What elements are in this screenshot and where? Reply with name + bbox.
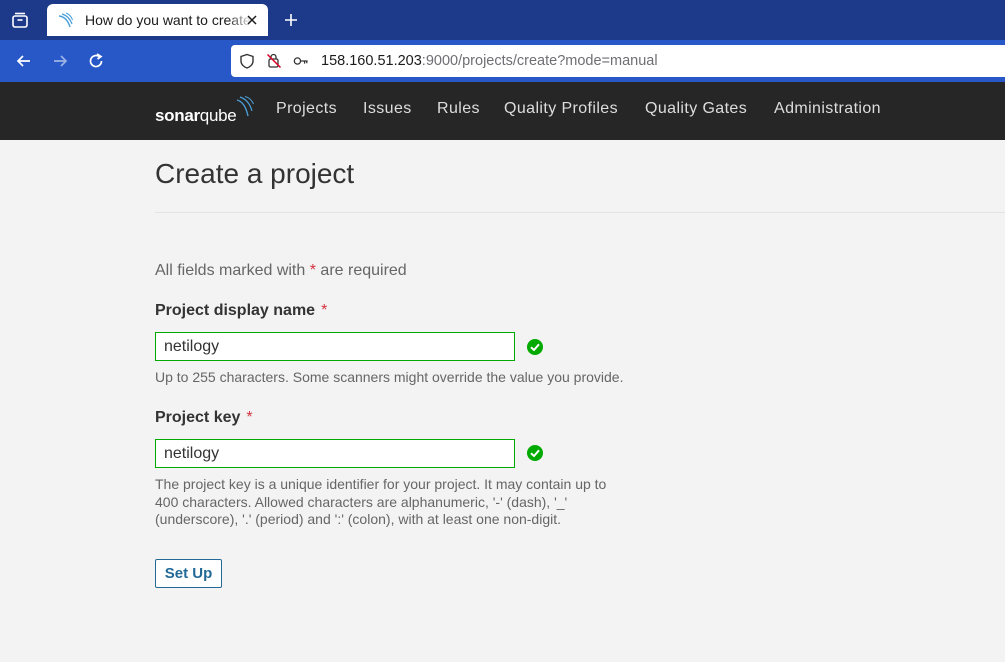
required-asterisk: * (309, 262, 316, 279)
forward-icon[interactable] (49, 50, 71, 72)
tab-list-icon[interactable] (8, 8, 32, 32)
set-up-button[interactable]: Set Up (155, 559, 222, 588)
check-circle-icon (527, 339, 543, 355)
url-text[interactable]: 158.160.51.203:9000/projects/create?mode… (321, 45, 658, 77)
browser-tab[interactable]: How do you want to create (47, 4, 268, 36)
project-key-help-line: (underscore), '.' (period) and ':' (colo… (155, 511, 561, 527)
display-name-help: Up to 255 characters. Some scanners migh… (155, 369, 624, 385)
browser-nav-bar: 158.160.51.203:9000/projects/create?mode… (0, 40, 1005, 82)
plus-icon[interactable] (280, 9, 302, 31)
logo-text-thin: qube (199, 106, 237, 125)
required-asterisk: * (321, 302, 328, 319)
url-host: 158.160.51.203 (321, 53, 422, 69)
required-note-after: are required (320, 262, 407, 279)
logo-text-bold: sonar (155, 106, 200, 125)
project-key-label: Project key * (155, 409, 253, 427)
page-title: Create a project (155, 158, 355, 189)
sonarqube-logo[interactable]: sonarqube (155, 96, 255, 126)
sonar-waves-icon (237, 96, 255, 117)
nav-issues[interactable]: Issues (363, 82, 412, 140)
no-camera-icon[interactable] (266, 53, 282, 69)
shield-icon[interactable] (239, 53, 255, 69)
favicon-icon (57, 12, 73, 28)
reload-icon[interactable] (85, 50, 107, 72)
display-name-label: Project display name * (155, 302, 327, 320)
nav-projects[interactable]: Projects (276, 82, 337, 140)
url-path: :9000/projects/create?mode=manual (421, 53, 658, 69)
required-asterisk: * (246, 409, 253, 426)
close-icon[interactable] (244, 12, 260, 28)
check-circle-icon (527, 445, 543, 461)
address-bar[interactable]: 158.160.51.203:9000/projects/create?mode… (231, 45, 1005, 77)
nav-rules[interactable]: Rules (437, 82, 480, 140)
project-display-name-input[interactable] (155, 332, 515, 361)
divider (155, 212, 1005, 213)
back-icon[interactable] (13, 50, 35, 72)
nav-administration[interactable]: Administration (774, 82, 881, 140)
sonarqube-top-nav: sonarqube Projects Issues Rules Quality … (0, 82, 1005, 140)
display-name-label-text: Project display name (155, 302, 316, 319)
project-key-help-line: 400 characters. Allowed characters are a… (155, 493, 568, 510)
tab-title: How do you want to create (85, 12, 251, 28)
nav-quality-profiles[interactable]: Quality Profiles (504, 82, 618, 140)
project-key-help-line: The project key is a unique identifier f… (155, 476, 607, 492)
project-key-label-text: Project key (155, 409, 241, 426)
project-key-input[interactable] (155, 439, 515, 468)
key-icon[interactable] (293, 53, 309, 69)
project-key-help: The project key is a unique identifier f… (155, 476, 606, 529)
required-note-before: All fields marked with (155, 262, 306, 279)
browser-tab-bar: How do you want to create (0, 0, 1005, 40)
required-note: All fields marked with * are required (155, 262, 407, 280)
nav-quality-gates[interactable]: Quality Gates (645, 82, 747, 140)
